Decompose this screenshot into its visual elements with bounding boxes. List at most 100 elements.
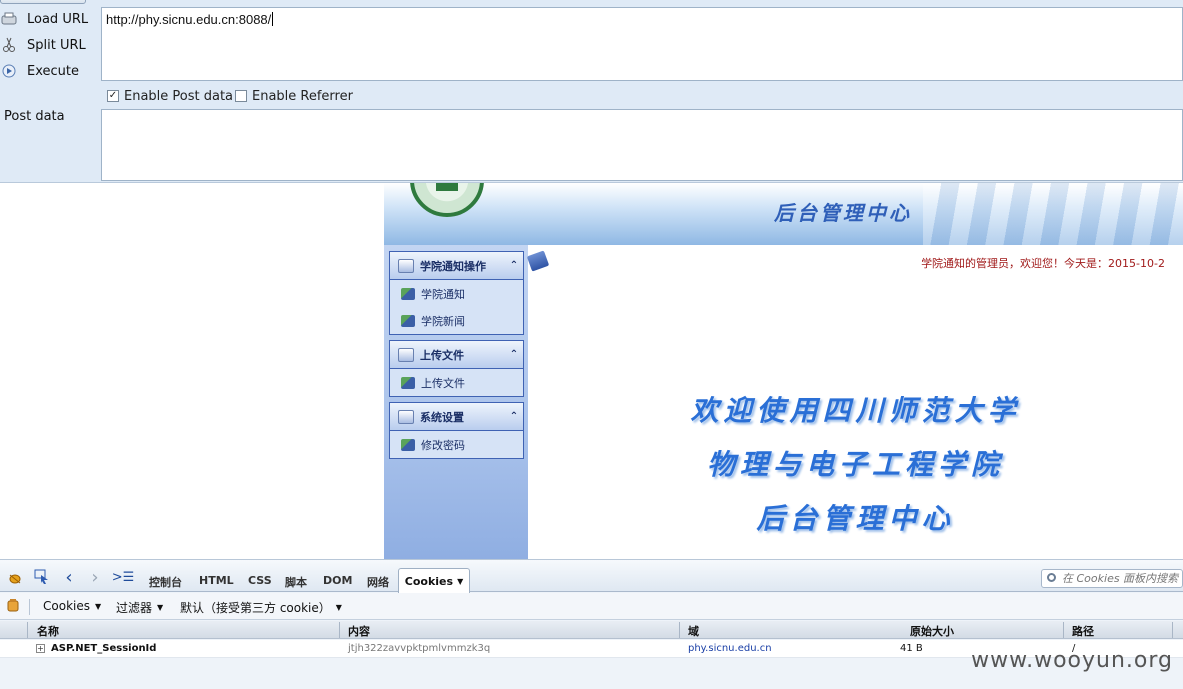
firebug-toolbar: ‹ › >☰ 控制台 HTML CSS 脚本 DOM 网络 Cookies ▼ … <box>0 560 1183 593</box>
nav-item-icon <box>401 314 415 327</box>
column-separator <box>1172 622 1173 638</box>
nav-group-settings: 系统设置 ⌃ 修改密码 <box>389 402 524 459</box>
site-banner: 后台管理中心 <box>384 183 1183 245</box>
column-header-content[interactable]: 内容 <box>348 623 370 639</box>
load-url-label: Load URL <box>27 11 89 27</box>
text-caret <box>272 12 274 26</box>
column-header-name[interactable]: 名称 <box>37 623 59 639</box>
post-data-textarea[interactable] <box>101 109 1183 181</box>
load-url-button[interactable]: Load URL <box>0 9 98 29</box>
banner-title: 后台管理中心 <box>774 201 912 225</box>
cookie-raw-size: 41 B <box>900 643 923 654</box>
cookies-menu-label: Cookies <box>43 599 90 613</box>
enable-post-label: Enable Post data <box>124 88 234 104</box>
tab-script[interactable]: 脚本 <box>285 574 307 590</box>
firebug-panel: ‹ › >☰ 控制台 HTML CSS 脚本 DOM 网络 Cookies ▼ … <box>0 559 1183 689</box>
screenshot-root: Load URL Split URL Execute http://phy.si… <box>0 0 1183 689</box>
tab-net[interactable]: 网络 <box>367 574 389 590</box>
tab-console[interactable]: 控制台 <box>149 574 182 590</box>
play-icon <box>1 63 17 79</box>
nav-group-header[interactable]: 上传文件 ⌃ <box>390 341 523 369</box>
column-separator <box>339 622 340 638</box>
inspect-element-icon[interactable] <box>33 569 51 585</box>
tab-html[interactable]: HTML <box>199 574 234 587</box>
nav-item-news[interactable]: 学院新闻 <box>390 307 523 334</box>
column-separator <box>679 622 680 638</box>
split-url-button[interactable]: Split URL <box>0 35 98 55</box>
nav-item-upload[interactable]: 上传文件 <box>390 369 523 396</box>
nav-item-notice[interactable]: 学院通知 <box>390 280 523 307</box>
hackbar-panel: Load URL Split URL Execute http://phy.si… <box>0 0 1183 183</box>
collapse-icon[interactable]: ⌃ <box>505 260 523 271</box>
nav-item-icon <box>401 376 415 389</box>
execute-button[interactable]: Execute <box>0 61 98 81</box>
firebug-bug-icon[interactable] <box>7 570 23 586</box>
tab-cookies[interactable]: Cookies ▼ <box>398 568 470 593</box>
enable-referrer-checkbox[interactable]: Enable Referrer <box>235 88 353 104</box>
scissors-icon <box>1 37 17 53</box>
watermark-text: www.wooyun.org <box>971 648 1173 673</box>
keyboard-decoration <box>923 183 1183 245</box>
dropdown-arrow-icon: ▼ <box>157 603 164 612</box>
webpage-viewport: 后台管理中心 学院通知操作 ⌃ 学院通知 学院新闻 上传文件 ⌃ 上传文件 系统… <box>0 183 1183 559</box>
toggle-sidebar-icon[interactable] <box>526 250 550 272</box>
filter-menu[interactable]: 过滤器 ▼ <box>116 599 163 616</box>
welcome-heading-line-2: 物理与电子工程学院 <box>706 448 1004 481</box>
nav-group-title: 上传文件 <box>420 348 464 362</box>
split-url-label: Split URL <box>27 37 86 53</box>
column-header-path[interactable]: 路径 <box>1072 623 1094 639</box>
default-cookie-policy-label: 默认（接受第三方 cookie） <box>180 601 331 615</box>
expand-row-icon[interactable]: + <box>36 644 45 653</box>
cookies-search-input[interactable]: 在 Cookies 面板内搜索 <box>1041 569 1183 588</box>
tab-css[interactable]: CSS <box>248 574 272 587</box>
upload-icon <box>398 347 414 362</box>
dropdown-arrow-icon: ▼ <box>335 603 342 612</box>
cookie-domain: phy.sicnu.edu.cn <box>688 643 772 654</box>
settings-icon <box>398 409 414 424</box>
dropdown-arrow-icon: ▼ <box>94 601 102 611</box>
cookie-name: ASP.NET_SessionId <box>51 643 157 654</box>
nav-group-title: 系统设置 <box>420 410 464 424</box>
nav-group-title: 学院通知操作 <box>420 259 486 273</box>
nav-group-notice: 学院通知操作 ⌃ 学院通知 学院新闻 <box>389 251 524 335</box>
url-text: http://phy.sicnu.edu.cn:8088/ <box>106 12 272 27</box>
hackbar-top-button[interactable] <box>0 0 86 4</box>
nav-item-label: 学院通知 <box>421 287 465 301</box>
nav-group-header[interactable]: 学院通知操作 ⌃ <box>390 252 523 280</box>
nav-item-change-password[interactable]: 修改密码 <box>390 431 523 458</box>
command-line-icon[interactable]: >☰ <box>112 569 135 585</box>
nav-item-label: 修改密码 <box>421 438 465 452</box>
nav-item-icon <box>401 287 415 300</box>
cookies-menu[interactable]: Cookies ▼ <box>43 599 101 613</box>
column-header-domain[interactable]: 域 <box>688 623 699 639</box>
tab-cookies-label: Cookies <box>404 574 454 588</box>
post-data-label: Post data <box>4 109 65 124</box>
admin-sidebar: 学院通知操作 ⌃ 学院通知 学院新闻 上传文件 ⌃ 上传文件 系统设置 ⌃ 修改… <box>384 245 528 559</box>
nav-item-label: 学院新闻 <box>421 314 465 328</box>
search-icon <box>1047 573 1056 582</box>
welcome-heading-line-3: 后台管理中心 <box>756 502 955 535</box>
collapse-icon[interactable]: ⌃ <box>505 349 523 360</box>
tab-dom[interactable]: DOM <box>323 574 352 587</box>
nav-group-upload: 上传文件 ⌃ 上传文件 <box>389 340 524 397</box>
column-separator <box>1063 622 1064 638</box>
enable-post-checkbox[interactable]: ✓ Enable Post data <box>107 88 233 104</box>
back-arrow-icon[interactable]: ‹ <box>62 567 76 588</box>
default-cookie-policy-menu[interactable]: 默认（接受第三方 cookie） ▼ <box>180 599 342 616</box>
filter-menu-label: 过滤器 <box>116 601 153 615</box>
nav-item-label: 上传文件 <box>421 376 465 390</box>
welcome-heading-line-1: 欢迎使用四川师范大学 <box>690 394 1021 427</box>
nav-group-header[interactable]: 系统设置 ⌃ <box>390 403 523 431</box>
cookie-jar-icon[interactable] <box>6 598 20 612</box>
url-textarea[interactable]: http://phy.sicnu.edu.cn:8088/ <box>101 7 1183 81</box>
collapse-icon[interactable]: ⌃ <box>505 411 523 422</box>
checkbox-unchecked-icon <box>235 90 247 102</box>
notice-folder-icon <box>398 258 414 273</box>
forward-arrow-icon[interactable]: › <box>88 567 102 588</box>
search-placeholder: 在 Cookies 面板内搜索 <box>1062 572 1179 585</box>
column-separator <box>27 622 28 638</box>
column-header-raw-size[interactable]: 原始大小 <box>910 623 954 639</box>
execute-label: Execute <box>27 63 79 79</box>
enable-referrer-label: Enable Referrer <box>252 88 353 104</box>
toolbar-separator <box>29 599 30 615</box>
